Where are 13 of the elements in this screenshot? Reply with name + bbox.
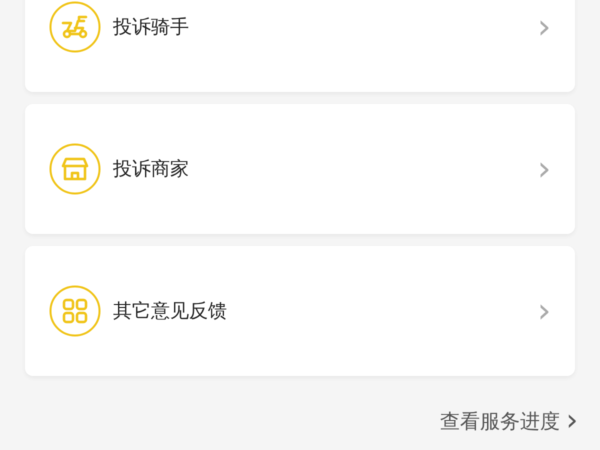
menu-label: 其它意见反馈 xyxy=(113,299,228,324)
chevron-icon: › xyxy=(537,152,551,186)
menu-label: 投诉商家 xyxy=(113,157,190,182)
service-progress-link[interactable]: 查看服务进度 › xyxy=(440,406,578,436)
menu-card[interactable]: 投诉商家 › xyxy=(25,104,575,234)
menu-card[interactable]: 其它意见反馈 › xyxy=(25,246,575,376)
grid-icon xyxy=(49,285,101,337)
shop-icon xyxy=(49,143,101,195)
menu-card[interactable]: 投诉骑手 › xyxy=(25,0,575,92)
chevron-icon: › xyxy=(537,10,551,44)
scooter-icon xyxy=(49,1,101,53)
chevron-icon: › xyxy=(537,294,551,328)
menu-label: 投诉骑手 xyxy=(113,15,190,40)
